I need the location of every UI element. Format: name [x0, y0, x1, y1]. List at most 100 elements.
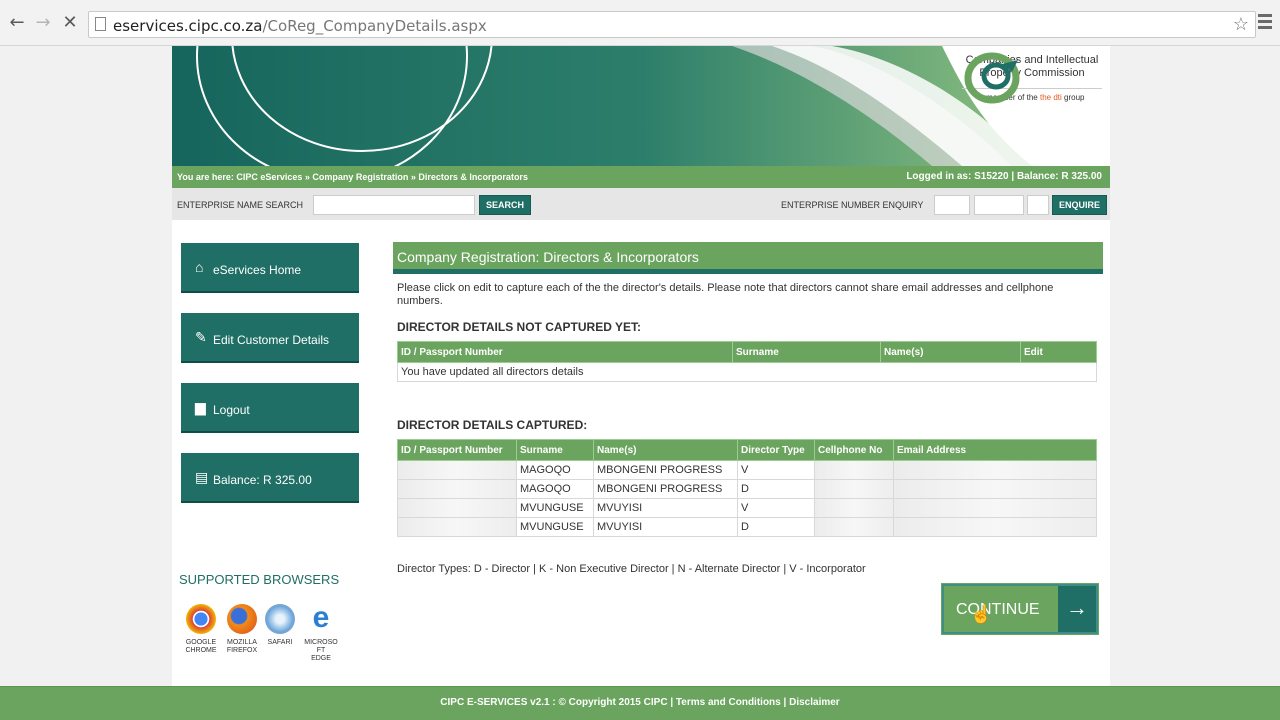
- sidebar-item-label: eServices Home: [213, 263, 302, 277]
- continue-label: CONTINUE: [956, 601, 1040, 618]
- browser-safari: SAFARI: [260, 604, 300, 647]
- names-cell: MVUYISI: [593, 517, 738, 537]
- column-header: ID / Passport Number: [397, 341, 733, 363]
- not-captured-table: ID / Passport Number Surname Name(s) Edi…: [397, 341, 1097, 382]
- captured-table: ID / Passport Number Surname Name(s) Dir…: [397, 439, 1097, 537]
- id-cell-redacted: [397, 479, 517, 499]
- breadcrumb: You are here: CIPC eServices » Company R…: [177, 172, 528, 182]
- sidebar-item-balance[interactable]: ▤ Balance: R 325.00: [181, 453, 359, 503]
- bookmark-star-icon[interactable]: ☆: [1233, 14, 1249, 35]
- terms-link[interactable]: Terms and Conditions: [676, 697, 781, 708]
- column-header: Surname: [732, 341, 881, 363]
- email-cell-redacted: [893, 498, 1097, 518]
- captured-heading: DIRECTOR DETAILS CAPTURED:: [397, 418, 588, 432]
- sidebar-item-logout[interactable]: ▆ Logout: [181, 383, 359, 433]
- column-header: ID / Passport Number: [397, 439, 517, 461]
- enterprise-number-enquiry-label: ENTERPRISE NUMBER ENQUIRY: [781, 200, 924, 210]
- cipc-logo[interactable]: Companies and Intellectual Property Comm…: [962, 50, 1102, 104]
- column-header: Name(s): [593, 439, 738, 461]
- email-cell-redacted: [893, 517, 1097, 537]
- surname-cell: MAGOQO: [516, 479, 594, 499]
- page-title: Company Registration: Directors & Incorp…: [393, 242, 1103, 274]
- edit-icon: ✎: [195, 329, 207, 345]
- edge-icon: e: [306, 603, 336, 634]
- home-icon: ⌂: [195, 259, 204, 275]
- browser-toolbar: ← → ✕ eservices.cipc.co.za/CoReg_Company…: [0, 0, 1280, 46]
- url-text[interactable]: eservices.cipc.co.za/CoReg_CompanyDetail…: [113, 17, 487, 35]
- search-bar: ENTERPRISE NAME SEARCH SEARCH ENTERPRISE…: [172, 188, 1110, 220]
- director-type-cell: D: [737, 479, 815, 499]
- lock-icon: ▆: [195, 399, 206, 415]
- enterprise-name-search-label: ENTERPRISE NAME SEARCH: [177, 200, 304, 210]
- cellphone-cell-redacted: [814, 517, 894, 537]
- header-banner: Companies and Intellectual Property Comm…: [172, 46, 1110, 166]
- firefox-icon: [227, 604, 257, 634]
- browser-chrome: GOOGLE CHROME: [181, 604, 221, 655]
- table-row: MVUNGUSE MVUYISI D: [397, 517, 1097, 537]
- column-header: Edit: [1020, 341, 1097, 363]
- safari-icon: [265, 604, 295, 634]
- table-header-row: ID / Passport Number Surname Name(s) Edi…: [397, 341, 1097, 363]
- sidebar-item-eservices-home[interactable]: ⌂ eServices Home: [181, 243, 359, 293]
- cipc-logo-icon: [964, 52, 1020, 104]
- address-bar[interactable]: eservices.cipc.co.za/CoReg_CompanyDetail…: [88, 11, 1256, 38]
- forward-icon[interactable]: →: [32, 12, 54, 34]
- table-row: MVUNGUSE MVUYISI V: [397, 498, 1097, 518]
- column-header: Name(s): [880, 341, 1021, 363]
- enterprise-number-type-input[interactable]: [1027, 195, 1049, 215]
- surname-cell: MAGOQO: [516, 460, 594, 480]
- names-cell: MVUYISI: [593, 498, 738, 518]
- column-header: Surname: [516, 439, 594, 461]
- not-captured-heading: DIRECTOR DETAILS NOT CAPTURED YET:: [397, 320, 642, 334]
- id-cell-redacted: [397, 498, 517, 518]
- page-container: Companies and Intellectual Property Comm…: [172, 46, 1110, 686]
- table-row: MAGOQO MBONGENI PROGRESS V: [397, 460, 1097, 480]
- cellphone-cell-redacted: [814, 460, 894, 480]
- sidebar-item-label: Balance: R 325.00: [213, 473, 312, 487]
- enquire-button[interactable]: ENQUIRE: [1052, 195, 1108, 215]
- instructions-text: Please click on edit to capture each of …: [397, 282, 1054, 307]
- surname-cell: MVUNGUSE: [516, 517, 594, 537]
- browser-label: GOOGLE CHROME: [185, 639, 217, 654]
- column-header: Director Type: [737, 439, 815, 461]
- sidebar-item-label: Edit Customer Details: [213, 333, 330, 347]
- names-cell: MBONGENI PROGRESS: [593, 460, 738, 480]
- email-cell-redacted: [893, 479, 1097, 499]
- search-button[interactable]: SEARCH: [479, 195, 532, 215]
- table-row: You have updated all directors details: [397, 362, 1097, 382]
- table-header-row: ID / Passport Number Surname Name(s) Dir…: [397, 439, 1097, 461]
- chrome-icon: [186, 604, 216, 634]
- back-icon[interactable]: ←: [6, 12, 28, 34]
- page-icon: [95, 17, 106, 31]
- browser-label: MOZILLA FIREFOX: [226, 639, 258, 654]
- director-types-legend: Director Types: D - Director | K - Non E…: [397, 563, 866, 575]
- director-type-cell: V: [737, 460, 815, 480]
- column-header: Email Address: [893, 439, 1097, 461]
- hand-cursor-icon: ☝: [970, 604, 993, 624]
- column-header: Cellphone No: [814, 439, 894, 461]
- browser-firefox: MOZILLA FIREFOX: [222, 604, 262, 655]
- enterprise-number-year-input[interactable]: [934, 195, 970, 215]
- enterprise-number-input[interactable]: [974, 195, 1024, 215]
- breadcrumb-bar: You are here: CIPC eServices » Company R…: [172, 166, 1110, 188]
- enterprise-name-search-input[interactable]: [313, 195, 475, 215]
- footer-separator: |: [783, 697, 787, 708]
- footer: CIPC E-SERVICES v2.1 : © Copyright 2015 …: [0, 686, 1280, 720]
- arrow-right-icon: →: [1058, 586, 1096, 632]
- main-content: Company Registration: Directors & Incorp…: [393, 242, 1103, 575]
- stop-icon[interactable]: ✕: [59, 12, 81, 34]
- disclaimer-link[interactable]: Disclaimer: [789, 697, 840, 708]
- browser-edge: e MICROSO FT EDGE: [301, 603, 341, 663]
- supported-browsers-title: SUPPORTED BROWSERS: [179, 572, 340, 587]
- sidebar-item-edit-customer-details[interactable]: ✎ Edit Customer Details: [181, 313, 359, 363]
- login-status: Logged in as: S15220 | Balance: R 325.00: [906, 171, 1102, 182]
- director-type-cell: D: [737, 517, 815, 537]
- footer-copyright: CIPC E-SERVICES v2.1 : © Copyright 2015 …: [440, 697, 674, 708]
- cellphone-cell-redacted: [814, 479, 894, 499]
- continue-button[interactable]: CONTINUE →: [941, 583, 1099, 635]
- browser-label: MICROSO FT EDGE: [304, 639, 338, 662]
- id-cell-redacted: [397, 460, 517, 480]
- menu-icon[interactable]: [1258, 14, 1272, 32]
- sidebar-item-label: Logout: [213, 403, 250, 417]
- email-cell-redacted: [893, 460, 1097, 480]
